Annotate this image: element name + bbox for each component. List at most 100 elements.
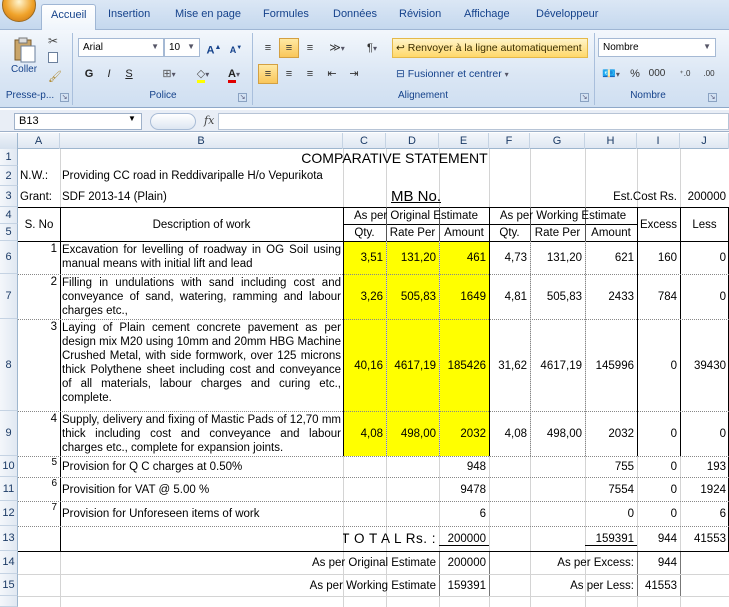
item-number[interactable]: 4 (18, 412, 60, 426)
item-less[interactable]: 0 (680, 242, 729, 274)
item-less[interactable]: 1924 (680, 478, 729, 501)
name-box[interactable]: B13 (14, 113, 142, 130)
chevron-down-icon[interactable]: ▼ (128, 114, 136, 123)
item-work-amount[interactable]: 145996 (585, 320, 637, 411)
summary-original-value[interactable]: 200000 (439, 552, 489, 574)
item-work-amount[interactable]: 755 (585, 457, 637, 477)
font-name-select[interactable]: Arial ▼ (78, 38, 164, 57)
row-header-6[interactable]: 6 (0, 241, 18, 274)
item-description[interactable]: Laying of Plain cement concrete pavement… (60, 320, 343, 411)
nw-value[interactable]: Providing CC road in Reddivaripalle H/o … (60, 166, 360, 186)
item-work-amount[interactable]: 7554 (585, 478, 637, 501)
italic-button[interactable]: I (100, 64, 118, 84)
column-header-d[interactable]: D (386, 133, 439, 149)
item-orig-amount[interactable]: 1649 (439, 275, 489, 319)
item-description[interactable]: Provision for Unforeseen items of work (60, 502, 343, 526)
item-number[interactable]: 6 (18, 478, 60, 490)
item-less[interactable]: 0 (680, 412, 729, 456)
header-less[interactable]: Less (680, 208, 729, 241)
item-excess[interactable]: 160 (637, 242, 680, 274)
item-orig-amount[interactable]: 185426 (439, 320, 489, 411)
paste-button[interactable]: Coller (6, 34, 42, 86)
header-orig-rate[interactable]: Rate Per (386, 225, 439, 241)
item-less[interactable]: 39430 (680, 320, 729, 411)
row-header-3[interactable]: 3 (0, 186, 18, 207)
orientation-icon[interactable]: ≫▾ (322, 38, 352, 58)
item-work-amount[interactable]: 2032 (585, 412, 637, 456)
number-format-select[interactable]: Nombre ▼ (598, 38, 716, 57)
item-description[interactable]: Supply, delivery and fixing of Mastic Pa… (60, 412, 343, 456)
item-work-amount[interactable]: 621 (585, 242, 637, 274)
tab-revision[interactable]: Révision (399, 8, 441, 20)
row-header-14[interactable]: 14 (0, 551, 18, 574)
column-header-h[interactable]: H (585, 133, 637, 149)
font-size-select[interactable]: 10 ▼ (164, 38, 200, 57)
item-orig-amount[interactable]: 2032 (439, 412, 489, 456)
row-header-11[interactable]: 11 (0, 477, 18, 501)
item-excess[interactable]: 784 (637, 275, 680, 319)
header-excess[interactable]: Excess (637, 208, 680, 241)
summary-working-label[interactable]: As per Working Estimate (60, 575, 439, 596)
item-number[interactable]: 3 (18, 320, 60, 334)
item-orig-amount[interactable]: 461 (439, 242, 489, 274)
number-launcher-icon[interactable]: ↘ (708, 93, 717, 102)
column-header-a[interactable]: A (18, 133, 60, 149)
mb-no-label[interactable]: MB No. (343, 186, 489, 207)
item-less[interactable]: 0 (680, 275, 729, 319)
item-orig-rate[interactable]: 505,83 (386, 275, 439, 319)
bold-button[interactable]: G (80, 64, 98, 84)
header-working-estimate[interactable]: As per Working Estimate (489, 208, 637, 224)
tab-developpeur[interactable]: Développeur (536, 8, 598, 20)
item-excess[interactable]: 0 (637, 320, 680, 411)
tab-donnees[interactable]: Données (333, 8, 377, 20)
merge-center-button[interactable]: ⊟ Fusionner et centrer ▾ (392, 64, 532, 84)
percent-button[interactable]: % (628, 64, 642, 84)
item-orig-amount[interactable]: 948 (439, 457, 489, 477)
align-bottom-icon[interactable]: ≡ (300, 38, 320, 58)
est-cost-value[interactable]: 200000 (680, 186, 729, 207)
item-excess[interactable]: 0 (637, 478, 680, 501)
alignment-launcher-icon[interactable]: ↘ (580, 93, 589, 102)
column-header-e[interactable]: E (439, 133, 489, 149)
item-work-amount[interactable]: 0 (585, 502, 637, 526)
nw-label[interactable]: N.W.: (18, 166, 60, 186)
item-work-amount[interactable]: 2433 (585, 275, 637, 319)
summary-working-value[interactable]: 159391 (439, 575, 489, 596)
item-work-qty[interactable]: 31,62 (489, 320, 530, 411)
increase-indent-icon[interactable]: ⇥ (344, 64, 364, 84)
align-left-icon[interactable]: ≡ (258, 64, 278, 84)
formula-input[interactable] (218, 113, 729, 130)
row-header-5[interactable]: 5 (0, 224, 18, 241)
item-orig-qty[interactable]: 40,16 (343, 320, 386, 411)
font-color-icon[interactable]: A▾ (222, 64, 246, 84)
shrink-font-icon[interactable]: A▼ (226, 38, 246, 58)
formula-buttons[interactable] (150, 113, 196, 130)
header-work-rate[interactable]: Rate Per (530, 225, 585, 241)
select-all-corner[interactable] (0, 133, 18, 149)
header-original-estimate[interactable]: As per Original Estimate (343, 208, 489, 224)
header-sno[interactable]: S. No (18, 208, 60, 241)
currency-icon[interactable]: 💶▾ (598, 64, 624, 84)
item-orig-rate[interactable]: 498,00 (386, 412, 439, 456)
item-orig-rate[interactable]: 4617,19 (386, 320, 439, 411)
est-cost-label[interactable]: Est.Cost Rs. (585, 186, 680, 207)
decrease-decimal-icon[interactable]: .00 (698, 64, 720, 84)
header-description[interactable]: Description of work (60, 208, 343, 241)
item-orig-amount[interactable]: 6 (439, 502, 489, 526)
row-header-8[interactable]: 8 (0, 319, 18, 411)
format-painter-icon[interactable]: 🖌 (48, 70, 62, 83)
borders-icon[interactable]: ⊞▾ (156, 64, 182, 84)
tab-accueil[interactable]: Accueil (41, 4, 97, 31)
item-number[interactable]: 5 (18, 457, 60, 469)
header-orig-qty[interactable]: Qty. (343, 225, 386, 241)
column-header-g[interactable]: G (530, 133, 585, 149)
header-work-qty[interactable]: Qty. (489, 225, 530, 241)
row-header-12[interactable]: 12 (0, 501, 18, 526)
summary-excess-label[interactable]: As per Excess: (489, 552, 637, 574)
align-right-icon[interactable]: ≡ (300, 64, 320, 84)
clipboard-launcher-icon[interactable]: ↘ (60, 93, 69, 102)
total-work-amount[interactable]: 159391 (585, 527, 637, 551)
row-header-7[interactable]: 7 (0, 274, 18, 319)
indent-icon[interactable]: ¶▾ (358, 38, 386, 58)
item-excess[interactable]: 0 (637, 412, 680, 456)
